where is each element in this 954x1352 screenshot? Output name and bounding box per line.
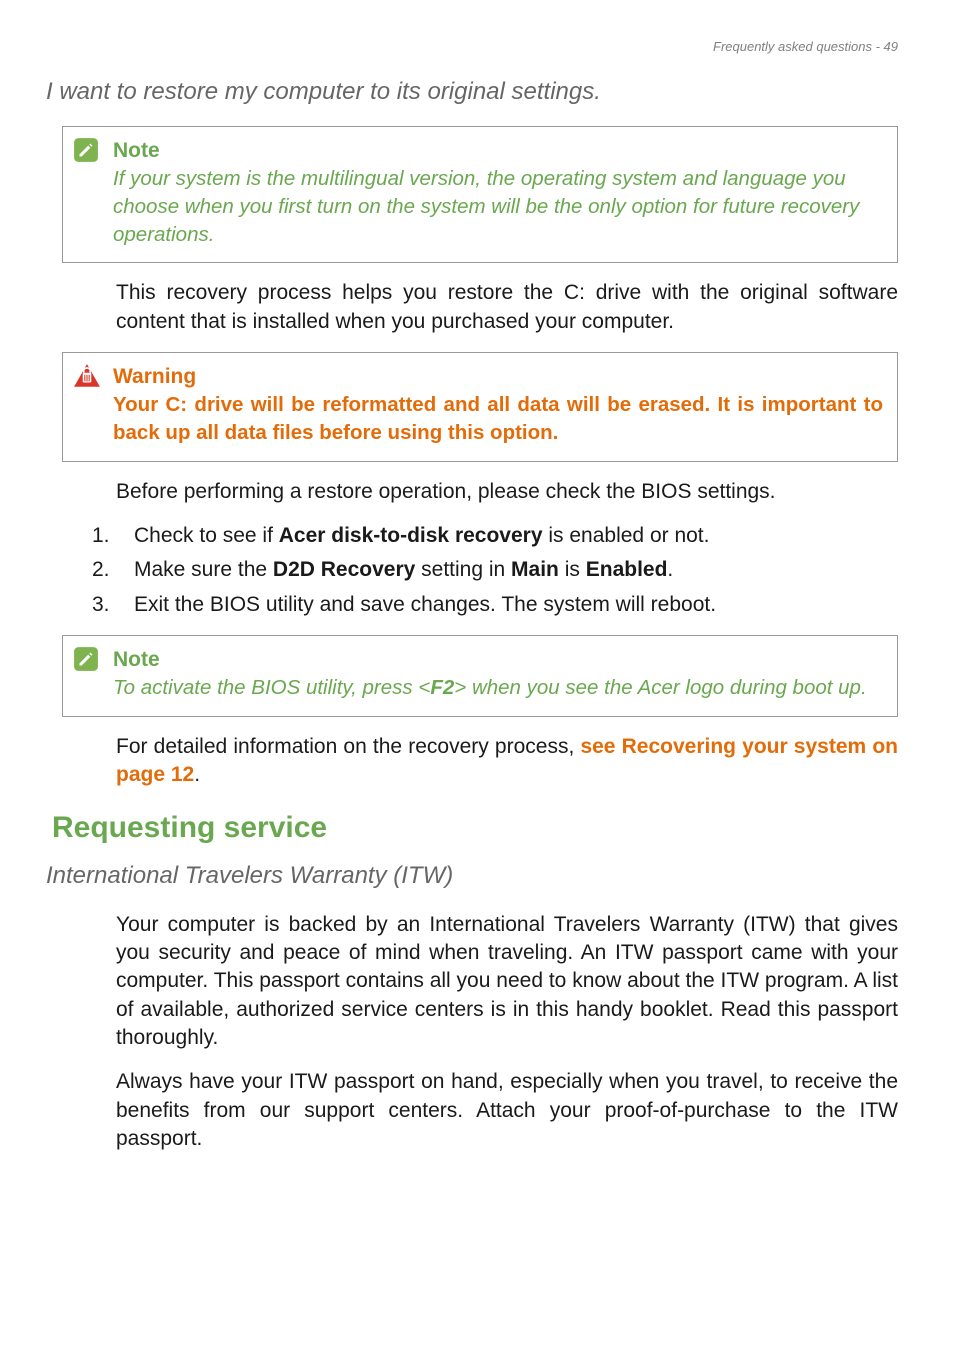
list-bold: Acer disk-to-disk recovery [279, 524, 543, 547]
paragraph-itw-intro: Your computer is backed by an Internatio… [116, 911, 898, 1053]
note-callout-multilingual: Note If your system is the multilingual … [62, 126, 898, 263]
pencil-icon [73, 646, 99, 672]
paragraph-see-also: For detailed information on the recovery… [116, 733, 898, 790]
paragraph-text: . [194, 763, 200, 786]
list-item: 1.Check to see if Acer disk-to-disk reco… [116, 522, 898, 550]
key-name: F2 [430, 676, 454, 699]
list-text: Make sure the [134, 558, 273, 581]
note-body: If your system is the multilingual versi… [113, 165, 883, 248]
list-text: Check to see if [134, 524, 279, 547]
section-heading-requesting-service: Requesting service [52, 808, 898, 849]
note-body: To activate the BIOS utility, press <F2>… [113, 674, 883, 702]
paragraph-bios-check: Before performing a restore operation, p… [116, 478, 898, 506]
list-bold: Main [511, 558, 559, 581]
list-number: 3. [116, 591, 134, 619]
list-bold: D2D Recovery [273, 558, 415, 581]
paragraph-text: For detailed information on the recovery… [116, 735, 580, 758]
warning-callout-reformat: Warning Your C: drive will be reformatte… [62, 352, 898, 462]
subheading-itw: International Travelers Warranty (ITW) [46, 860, 898, 892]
section-heading-restore: I want to restore my computer to its ori… [46, 76, 898, 108]
note-callout-bios-key: Note To activate the BIOS utility, press… [62, 635, 898, 717]
list-item: 2.Make sure the D2D Recovery setting in … [116, 556, 898, 584]
list-text: Exit the BIOS utility and save changes. … [134, 593, 716, 616]
pencil-icon [73, 137, 99, 163]
bios-steps-list: 1.Check to see if Acer disk-to-disk reco… [116, 522, 898, 619]
note-text: To activate the BIOS utility, press < [113, 676, 430, 699]
note-title: Note [113, 646, 883, 674]
list-text: is enabled or not. [543, 524, 710, 547]
list-text: . [667, 558, 673, 581]
list-number: 1. [116, 522, 134, 550]
warning-triangle-icon [73, 363, 99, 389]
list-number: 2. [116, 556, 134, 584]
list-text: setting in [415, 558, 511, 581]
note-text: > when you see the Acer logo during boot… [454, 676, 866, 699]
note-title: Note [113, 137, 883, 165]
list-bold: Enabled [586, 558, 668, 581]
list-item: 3.Exit the BIOS utility and save changes… [116, 591, 898, 619]
page-header: Frequently asked questions - 49 [56, 38, 898, 56]
list-text: is [559, 558, 586, 581]
warning-title: Warning [113, 363, 883, 391]
paragraph-itw-passport: Always have your ITW passport on hand, e… [116, 1068, 898, 1153]
warning-body: Your C: drive will be reformatted and al… [113, 391, 883, 446]
paragraph-recovery-process: This recovery process helps you restore … [116, 279, 898, 336]
